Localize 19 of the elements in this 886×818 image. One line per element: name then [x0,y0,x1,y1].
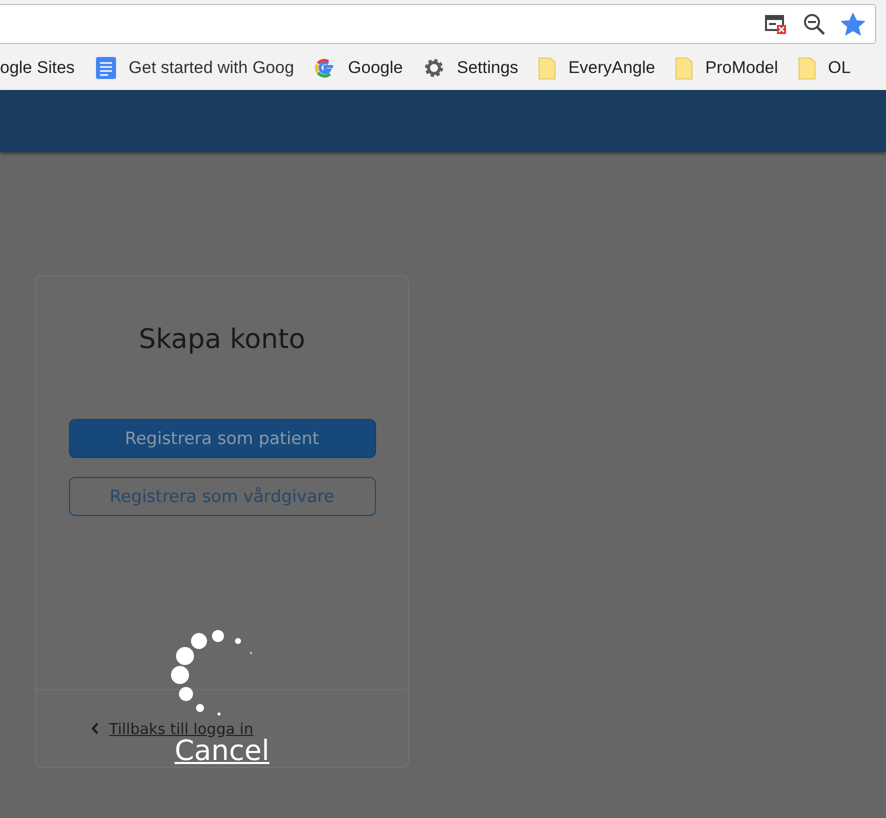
gear-icon [422,57,445,79]
document-icon [94,56,117,80]
chevron-left-icon[interactable] [91,722,99,735]
card-title: Skapa konto [138,324,306,355]
address-field[interactable] [0,4,876,44]
blocked-popup-icon[interactable] [765,14,787,34]
folder-icon [798,56,816,80]
bookmark-item[interactable]: Google [314,57,403,79]
loading-spinner-icon [170,628,254,716]
bookmark-item[interactable]: Settings [422,57,518,79]
bookmark-item[interactable]: EveryAngle [538,56,656,80]
bookmark-item[interactable]: ogle Sites [0,58,75,78]
folder-icon [538,56,556,80]
zoom-out-icon[interactable] [803,13,825,35]
bookmark-item[interactable]: Get started with Goog [94,56,294,80]
folder-icon [675,56,694,80]
bookmark-item[interactable]: OL [798,56,851,80]
star-icon[interactable] [841,12,865,36]
bookmark-item[interactable]: ProModel [675,56,778,80]
